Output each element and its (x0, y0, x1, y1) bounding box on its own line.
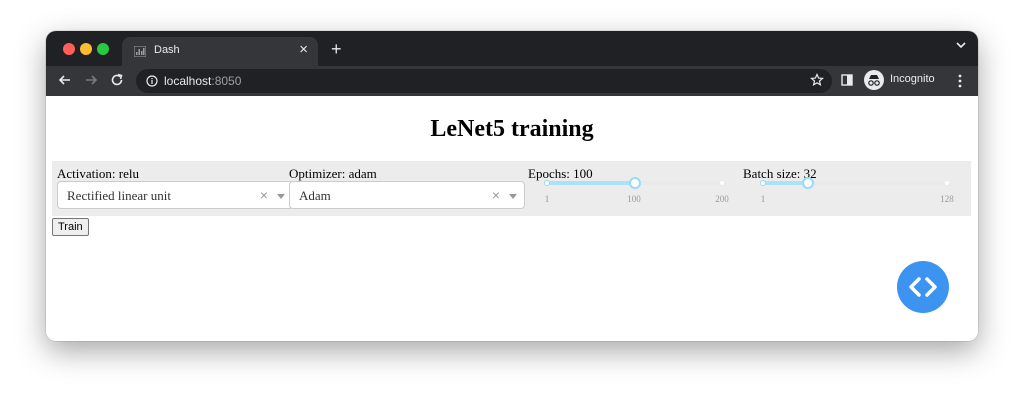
optimizer-clear-icon[interactable]: × (492, 187, 500, 203)
dash-debug-menu-button[interactable] (897, 261, 949, 313)
browser-title-bar: Dash × + (46, 31, 978, 66)
page-content: LeNet5 training Activation: relu Rectifi… (46, 96, 978, 341)
batch-size-mark-min: 1 (760, 194, 766, 204)
page-title: LeNet5 training (430, 116, 594, 142)
train-button[interactable]: Train (52, 218, 89, 236)
epochs-slider-track (547, 181, 635, 185)
batch-size-slider-handle[interactable] (802, 177, 814, 189)
activation-selected-value: Rectified linear unit (67, 188, 171, 203)
browser-window: Dash × + localhost:8050 Incognito LeNet5… (46, 31, 978, 341)
controls-panel: Activation: relu Rectified linear unit ×… (52, 161, 971, 216)
forward-arrow-icon[interactable] (84, 73, 98, 87)
more-menu-icon[interactable] (958, 74, 962, 88)
optimizer-selected-value: Adam (299, 188, 331, 203)
optimizer-label: Optimizer: adam (289, 166, 377, 181)
optimizer-dropdown[interactable]: Adam × (289, 181, 525, 209)
epochs-mark-min: 1 (544, 194, 550, 204)
url-port: :8050 (211, 74, 242, 88)
url-text: localhost:8050 (164, 74, 241, 88)
reload-icon[interactable] (110, 73, 124, 87)
optimizer-chevron-down-icon[interactable] (509, 194, 517, 199)
url-host: localhost (164, 74, 212, 88)
incognito-label: Incognito (890, 73, 935, 85)
activation-clear-icon[interactable]: × (260, 187, 268, 203)
incognito-glasses-icon (868, 75, 880, 86)
tab-close-icon[interactable]: × (299, 42, 308, 57)
info-icon[interactable] (146, 75, 158, 87)
maximize-window-button[interactable] (97, 43, 109, 55)
epochs-label: Epochs: 100 (528, 166, 593, 181)
new-tab-button[interactable]: + (331, 40, 342, 58)
epochs-mark-dot-200 (719, 180, 725, 186)
address-bar[interactable]: localhost:8050 (136, 69, 832, 93)
browser-toolbar: localhost:8050 Incognito (46, 66, 978, 96)
dash-favicon-icon (134, 46, 146, 57)
epochs-mark-mid: 100 (627, 194, 641, 204)
batch-size-mark-dot-1 (760, 180, 766, 186)
close-window-button[interactable] (63, 43, 75, 55)
minimize-window-button[interactable] (80, 43, 92, 55)
epochs-slider-handle[interactable] (629, 177, 641, 189)
activation-chevron-down-icon[interactable] (277, 194, 285, 199)
back-arrow-icon[interactable] (58, 73, 72, 87)
batch-size-mark-max: 128 (940, 194, 954, 204)
activation-dropdown[interactable]: Rectified linear unit × (57, 181, 293, 209)
incognito-icon[interactable] (864, 70, 884, 90)
batch-size-mark-dot-128 (944, 180, 950, 186)
tab-title: Dash (154, 44, 180, 56)
chevron-down-icon[interactable] (956, 42, 966, 49)
code-brackets-icon (909, 277, 937, 297)
side-panel-icon[interactable] (841, 74, 853, 86)
bookmark-star-icon[interactable] (810, 73, 824, 87)
browser-tab[interactable]: Dash × (122, 37, 318, 66)
epochs-mark-dot-1 (544, 180, 550, 186)
activation-label: Activation: relu (57, 166, 139, 181)
epochs-mark-max: 200 (715, 194, 729, 204)
